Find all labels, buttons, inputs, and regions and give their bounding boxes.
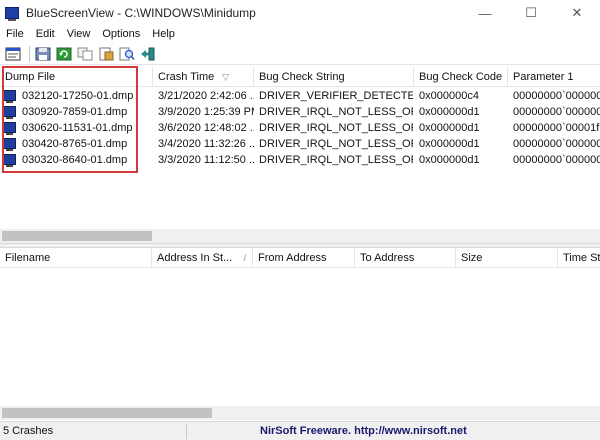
col-from-address[interactable]: From Address <box>253 248 355 268</box>
bottom-horizontal-scrollbar[interactable] <box>0 406 600 420</box>
minimize-button[interactable]: — <box>462 0 508 26</box>
cell-crash-time: 3/6/2020 12:48:02 ... <box>158 122 254 134</box>
cell-parameter-1: 00000000`000000... <box>513 138 600 150</box>
copy-icon <box>77 47 93 60</box>
column-resize-icon: / <box>243 253 246 263</box>
menu-bar: File Edit View Options Help <box>0 26 600 42</box>
refresh-button[interactable] <box>55 46 73 62</box>
bottom-scrollbar-thumb[interactable] <box>2 408 212 418</box>
toolbar <box>0 43 600 65</box>
cell-crash-time: 3/9/2020 1:25:39 PM <box>158 106 254 118</box>
cell-parameter-1: 00000000`000000... <box>513 154 600 166</box>
cell-bug-check-string: DRIVER_IRQL_NOT_LESS_OR_EQ... <box>259 106 413 118</box>
crash-count: 5 Crashes <box>3 425 54 437</box>
col-size[interactable]: Size <box>456 248 558 268</box>
cell-bug-check-string: DRIVER_VERIFIER_DETECTED_VI... <box>259 90 413 102</box>
col-time-stamp-label: Time Sta <box>563 252 600 264</box>
properties-button[interactable] <box>4 46 22 62</box>
col-time-stamp[interactable]: Time Sta <box>558 248 600 268</box>
window-controls: — ☐ ✕ <box>462 0 600 26</box>
col-to-address[interactable]: To Address <box>355 248 456 268</box>
menu-file[interactable]: File <box>0 28 30 40</box>
top-scrollbar-thumb[interactable] <box>2 231 152 241</box>
menu-edit[interactable]: Edit <box>30 28 61 40</box>
sort-desc-icon: ▽ <box>222 72 229 82</box>
cell-bug-check-string: DRIVER_IRQL_NOT_LESS_OR_EQ... <box>259 138 413 150</box>
menu-options[interactable]: Options <box>96 28 146 40</box>
html-report-button[interactable] <box>97 46 115 62</box>
minimize-icon: — <box>478 5 492 21</box>
col-to-address-label: To Address <box>360 252 415 264</box>
col-parameter-1[interactable]: Parameter 1 <box>508 67 600 87</box>
col-crash-time[interactable]: Crash Time ▽ <box>153 67 254 87</box>
cell-bug-check-code: 0x000000d1 <box>419 122 480 134</box>
cell-bug-check-code: 0x000000d1 <box>419 106 480 118</box>
properties-icon <box>5 47 21 60</box>
status-bar: 5 Crashes NirSoft Freeware. http://www.n… <box>0 421 600 440</box>
col-bug-check-string[interactable]: Bug Check String <box>254 67 414 87</box>
window-title: BlueScreenView - C:\WINDOWS\Minidump <box>26 6 256 20</box>
driver-list-header: Filename Address In St... / From Address … <box>0 248 600 268</box>
cell-parameter-1: 00000000`000000... <box>513 90 600 102</box>
html-report-icon <box>99 47 114 60</box>
col-crash-time-label: Crash Time <box>158 71 215 83</box>
cell-bug-check-string: DRIVER_IRQL_NOT_LESS_OR_EQ... <box>259 122 413 134</box>
nirsoft-link[interactable]: NirSoft Freeware. http://www.nirsoft.net <box>260 422 467 440</box>
col-bug-check-code-label: Bug Check Code <box>419 71 503 83</box>
col-address-in-stack-label: Address In St... <box>157 252 233 264</box>
exit-button[interactable] <box>139 46 157 62</box>
driver-list: Filename Address In St... / From Address … <box>0 248 600 420</box>
cell-bug-check-string: DRIVER_IRQL_NOT_LESS_OR_EQ... <box>259 154 413 166</box>
cell-bug-check-code: 0x000000d1 <box>419 154 480 166</box>
top-horizontal-scrollbar[interactable] <box>0 229 600 243</box>
col-filename[interactable]: Filename <box>0 248 152 268</box>
cell-parameter-1: 00000000`000000... <box>513 106 600 118</box>
col-size-label: Size <box>461 252 483 264</box>
cell-bug-check-code: 0x000000d1 <box>419 138 480 150</box>
app-window: BlueScreenView - C:\WINDOWS\Minidump — ☐… <box>0 0 600 440</box>
app-monitor-icon <box>5 7 19 21</box>
save-icon <box>35 47 51 60</box>
status-divider <box>186 424 187 439</box>
find-button[interactable] <box>118 46 136 62</box>
cell-crash-time: 3/21/2020 2:42:06 ... <box>158 90 254 102</box>
find-icon <box>119 47 135 60</box>
menu-view[interactable]: View <box>61 28 97 40</box>
close-icon: ✕ <box>571 5 583 20</box>
col-parameter-1-label: Parameter 1 <box>513 71 574 83</box>
col-address-in-stack[interactable]: Address In St... / <box>152 248 253 268</box>
close-button[interactable]: ✕ <box>554 0 600 26</box>
refresh-icon <box>56 47 72 60</box>
copy-button[interactable] <box>76 46 94 62</box>
dump-file-highlight <box>2 66 138 173</box>
cell-bug-check-code: 0x000000c4 <box>419 90 479 102</box>
exit-icon <box>141 47 155 60</box>
cell-parameter-1: 00000000`00001f70 <box>513 122 600 134</box>
maximize-icon: ☐ <box>525 5 537 20</box>
cell-crash-time: 3/4/2020 11:32:26 ... <box>158 138 254 150</box>
col-filename-label: Filename <box>5 252 51 264</box>
col-from-address-label: From Address <box>258 252 327 264</box>
title-bar[interactable]: BlueScreenView - C:\WINDOWS\Minidump — ☐… <box>0 0 600 26</box>
toolbar-separator <box>29 45 30 62</box>
menu-help[interactable]: Help <box>146 28 181 40</box>
cell-crash-time: 3/3/2020 11:12:50 ... <box>158 154 254 166</box>
col-bug-check-code[interactable]: Bug Check Code <box>414 67 508 87</box>
save-button[interactable] <box>34 46 52 62</box>
col-bug-check-string-label: Bug Check String <box>259 71 345 83</box>
maximize-button[interactable]: ☐ <box>508 0 554 26</box>
